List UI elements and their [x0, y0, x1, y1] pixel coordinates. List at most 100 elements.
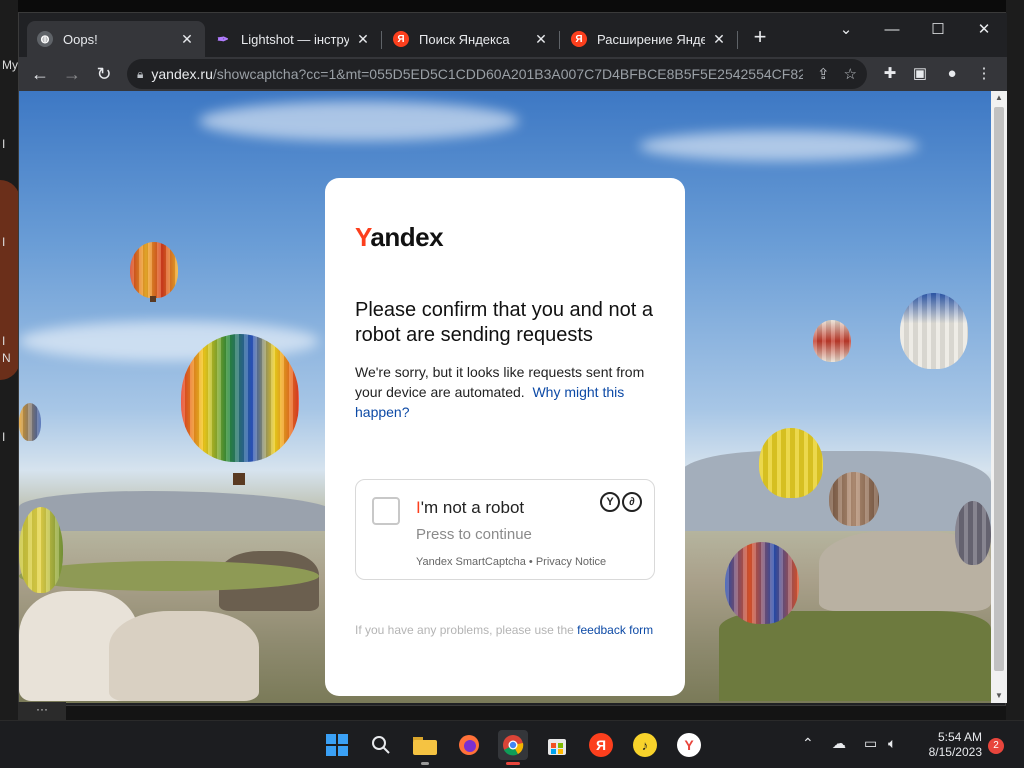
share-icon[interactable]: ⇪: [817, 65, 830, 83]
tab-yandex-search[interactable]: Я Поиск Яндекса ✕: [383, 21, 559, 57]
reload-button[interactable]: ↻: [91, 61, 117, 87]
arrow-right-icon: →: [63, 64, 81, 84]
forward-button[interactable]: →: [59, 61, 85, 87]
network-tray-button[interactable]: ▭: [864, 735, 877, 752]
feather-icon: ✒: [217, 30, 229, 47]
profile-button[interactable]: ●: [939, 61, 965, 87]
feedback-note: If you have any problems, please use the…: [355, 621, 655, 639]
show-hidden-icons-button[interactable]: ⌃: [802, 735, 814, 752]
captcha-meta: Yandex SmartCaptcha • Privacy Notice: [416, 556, 606, 568]
desktop-label: I: [2, 137, 6, 151]
file-explorer-icon: [413, 737, 437, 755]
hot-air-balloon: [759, 428, 823, 498]
taskbar-clock[interactable]: 5:54 AM 8/15/2023: [912, 730, 982, 760]
tab-lightshot[interactable]: ✒ Lightshot — інструмент ✕: [205, 21, 381, 57]
yandex-music-icon: ♪: [633, 733, 657, 757]
close-icon[interactable]: ✕: [533, 31, 549, 48]
address-bar[interactable]: 🔒︎ yandex.ru/showcaptcha?cc=1&mt=055D5ED…: [127, 59, 867, 89]
balloon-basket: [150, 296, 156, 302]
kebab-menu-icon: ⋮: [976, 65, 992, 82]
yandex-icon: Я: [589, 733, 613, 757]
url-text[interactable]: yandex.ru/showcaptcha?cc=1&mt=055D5ED5C1…: [151, 66, 803, 82]
smartcaptcha-logo: Y ∂: [600, 492, 642, 512]
desktop-label: I: [2, 334, 6, 348]
tab-title: Расширение Яндекса: [597, 31, 705, 47]
tab-oops[interactable]: ◍ Oops! ✕: [27, 21, 205, 57]
url-domain: yandex.ru: [151, 66, 213, 82]
browser-window: ◍ Oops! ✕ ✒ Lightshot — інструмент ✕ Я П…: [18, 12, 1007, 706]
yandex-button[interactable]: Я: [586, 730, 616, 760]
tab-separator: [559, 31, 560, 49]
close-icon[interactable]: ✕: [179, 31, 195, 48]
close-icon[interactable]: ✕: [355, 31, 371, 48]
balloon-basket: [233, 473, 245, 485]
firefox-button[interactable]: [454, 730, 484, 760]
file-explorer-button[interactable]: [410, 730, 440, 765]
yandex-logo-y: Y: [355, 222, 371, 252]
minimize-button[interactable]: —: [869, 17, 915, 43]
onedrive-tray-button[interactable]: ☁: [832, 735, 846, 752]
extensions-button[interactable]: ✚: [877, 61, 903, 87]
scroll-down-arrow-icon[interactable]: ▼: [991, 689, 1007, 703]
scrollbar-thumb[interactable]: [994, 107, 1004, 671]
hot-air-balloon: [900, 293, 968, 369]
taskbar-search-button[interactable]: [366, 730, 396, 760]
hot-air-balloon: [19, 403, 41, 441]
tab-title: Oops!: [63, 31, 98, 47]
yandex-logo-rest: andex: [370, 222, 444, 252]
captcha-heading: Please confirm that you and not a robot …: [355, 299, 653, 346]
hot-air-balloon: [829, 472, 879, 526]
meta-separator: •: [525, 556, 536, 568]
yandex-browser-icon: Y: [677, 733, 701, 757]
maximize-button[interactable]: ☐: [915, 17, 961, 43]
side-panel-button[interactable]: ▣: [907, 61, 933, 87]
side-panel-icon: ▣: [912, 65, 928, 82]
more-dots[interactable]: ···: [18, 702, 66, 720]
desktop-label: N: [2, 351, 11, 365]
desktop-label: I: [2, 430, 6, 444]
desktop-bottom-strip: [18, 706, 1006, 720]
feedback-text: If you have any problems, please use the: [355, 623, 578, 637]
desktop-label: My: [2, 58, 18, 72]
captcha-swirl-icon: ∂: [622, 492, 642, 512]
scroll-up-arrow-icon[interactable]: ▲: [991, 91, 1007, 105]
store-button[interactable]: [542, 730, 572, 760]
press-to-continue-text: Press to continue: [416, 526, 532, 543]
close-window-button[interactable]: ✕: [961, 17, 1007, 43]
smartcaptcha-label: Yandex SmartCaptcha: [416, 556, 526, 568]
firefox-icon: [459, 735, 479, 755]
tab-yandex-extension[interactable]: Я Расширение Яндекса ✕: [561, 21, 737, 57]
tab-search-button[interactable]: ⌄: [823, 17, 869, 43]
hot-air-balloon: [19, 507, 63, 593]
reload-icon: ↻: [96, 64, 112, 84]
notification-badge[interactable]: 2: [988, 738, 1004, 754]
lock-icon: 🔒︎: [137, 66, 144, 81]
feedback-form-link[interactable]: feedback form: [577, 623, 653, 637]
search-icon: [372, 736, 390, 754]
smartcaptcha-widget[interactable]: I'm not a robot Press to continue Yandex…: [355, 479, 655, 580]
tab-separator: [381, 31, 382, 49]
rock-formation: [109, 611, 259, 701]
tab-title: Lightshot — інструмент: [241, 31, 349, 47]
volume-tray-button[interactable]: 🔈︎: [888, 735, 896, 752]
chrome-button[interactable]: [498, 730, 528, 765]
yandex-music-button[interactable]: ♪: [630, 730, 660, 760]
bookmark-star-icon[interactable]: ☆: [844, 65, 857, 83]
new-tab-button[interactable]: +: [749, 26, 771, 49]
not-a-robot-label[interactable]: I'm not a robot: [416, 498, 524, 518]
yandex-circle-icon: Y: [600, 492, 620, 512]
tab-title: Поиск Яндекса: [419, 31, 510, 47]
store-icon: [548, 739, 566, 755]
close-icon[interactable]: ✕: [711, 31, 727, 48]
clock-time: 5:54 AM: [937, 730, 982, 744]
menu-button[interactable]: ⋮: [971, 61, 997, 87]
privacy-notice-link[interactable]: Privacy Notice: [536, 556, 606, 568]
windows-start-button[interactable]: [322, 730, 352, 760]
yandex-browser-button[interactable]: Y: [674, 730, 704, 760]
puzzle-icon: ✚: [883, 65, 897, 82]
not-a-robot-checkbox[interactable]: [372, 497, 400, 525]
page-scrollbar[interactable]: ▲ ▼: [991, 91, 1007, 703]
clock-date: 8/15/2023: [928, 745, 982, 759]
tab-strip: ◍ Oops! ✕ ✒ Lightshot — інструмент ✕ Я П…: [19, 13, 1007, 57]
back-button[interactable]: ←: [27, 61, 53, 87]
